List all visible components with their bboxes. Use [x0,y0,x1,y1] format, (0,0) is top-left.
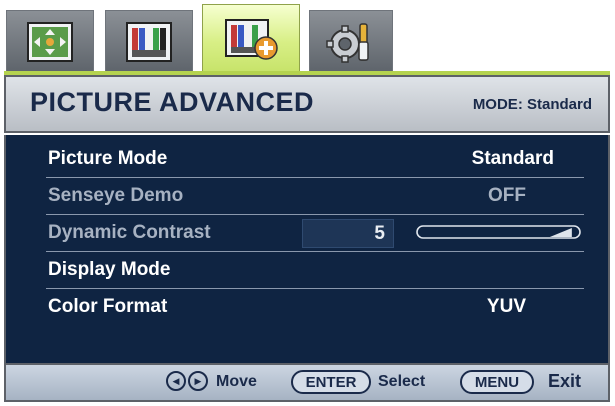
tab-display[interactable] [6,10,94,72]
menu-item-senseye-demo[interactable]: Senseye Demo OFF [46,177,584,215]
display-settings-icon [27,21,73,62]
page-title: PICTURE ADVANCED [30,87,315,117]
menu-item-picture-mode[interactable]: Picture Mode Standard [46,140,584,178]
osd-menu: PICTURE ADVANCED MODE: Standard Picture … [4,4,610,402]
dynamic-contrast-value: 5 [374,223,385,244]
menu-button[interactable]: MENU [460,370,534,394]
dynamic-contrast-value-box: 5 [302,219,394,248]
current-mode: MODE: Standard [472,96,592,113]
color-format-value: YUV [486,296,526,317]
right-arrow-icon[interactable]: ▶ [188,371,208,391]
enter-button[interactable]: ENTER [291,370,371,394]
color-format-label: Color Format [48,296,168,317]
menu-footer: ◀ ▶ Move ENTER Select MENU Exit [4,363,610,402]
picture-advanced-icon [225,18,278,60]
menu-item-color-format[interactable]: Color Format YUV [46,288,584,325]
menu-item-display-mode[interactable]: Display Mode [46,251,584,289]
exit-hint: Exit [548,371,582,391]
left-arrow-icon[interactable]: ◀ [166,371,186,391]
tab-system[interactable] [309,10,393,72]
picture-icon [126,21,172,62]
senseye-demo-label: Senseye Demo [48,185,184,206]
tab-picture[interactable] [105,10,193,72]
menu-item-dynamic-contrast[interactable]: Dynamic Contrast 5 [46,214,584,252]
menu-header: PICTURE ADVANCED MODE: Standard [4,75,610,133]
senseye-demo-value: OFF [488,185,526,206]
display-mode-label: Display Mode [48,259,171,280]
select-hint: Select [378,373,426,390]
dynamic-contrast-label: Dynamic Contrast [48,222,211,243]
menu-panel: Picture Mode Standard Senseye Demo OFF D… [4,135,610,363]
move-hint: Move [216,373,257,390]
system-settings-icon [326,22,369,63]
picture-mode-value: Standard [471,148,554,169]
dynamic-contrast-slider[interactable] [416,225,581,239]
picture-mode-label: Picture Mode [48,148,168,169]
tab-picture-advanced[interactable] [202,4,300,72]
